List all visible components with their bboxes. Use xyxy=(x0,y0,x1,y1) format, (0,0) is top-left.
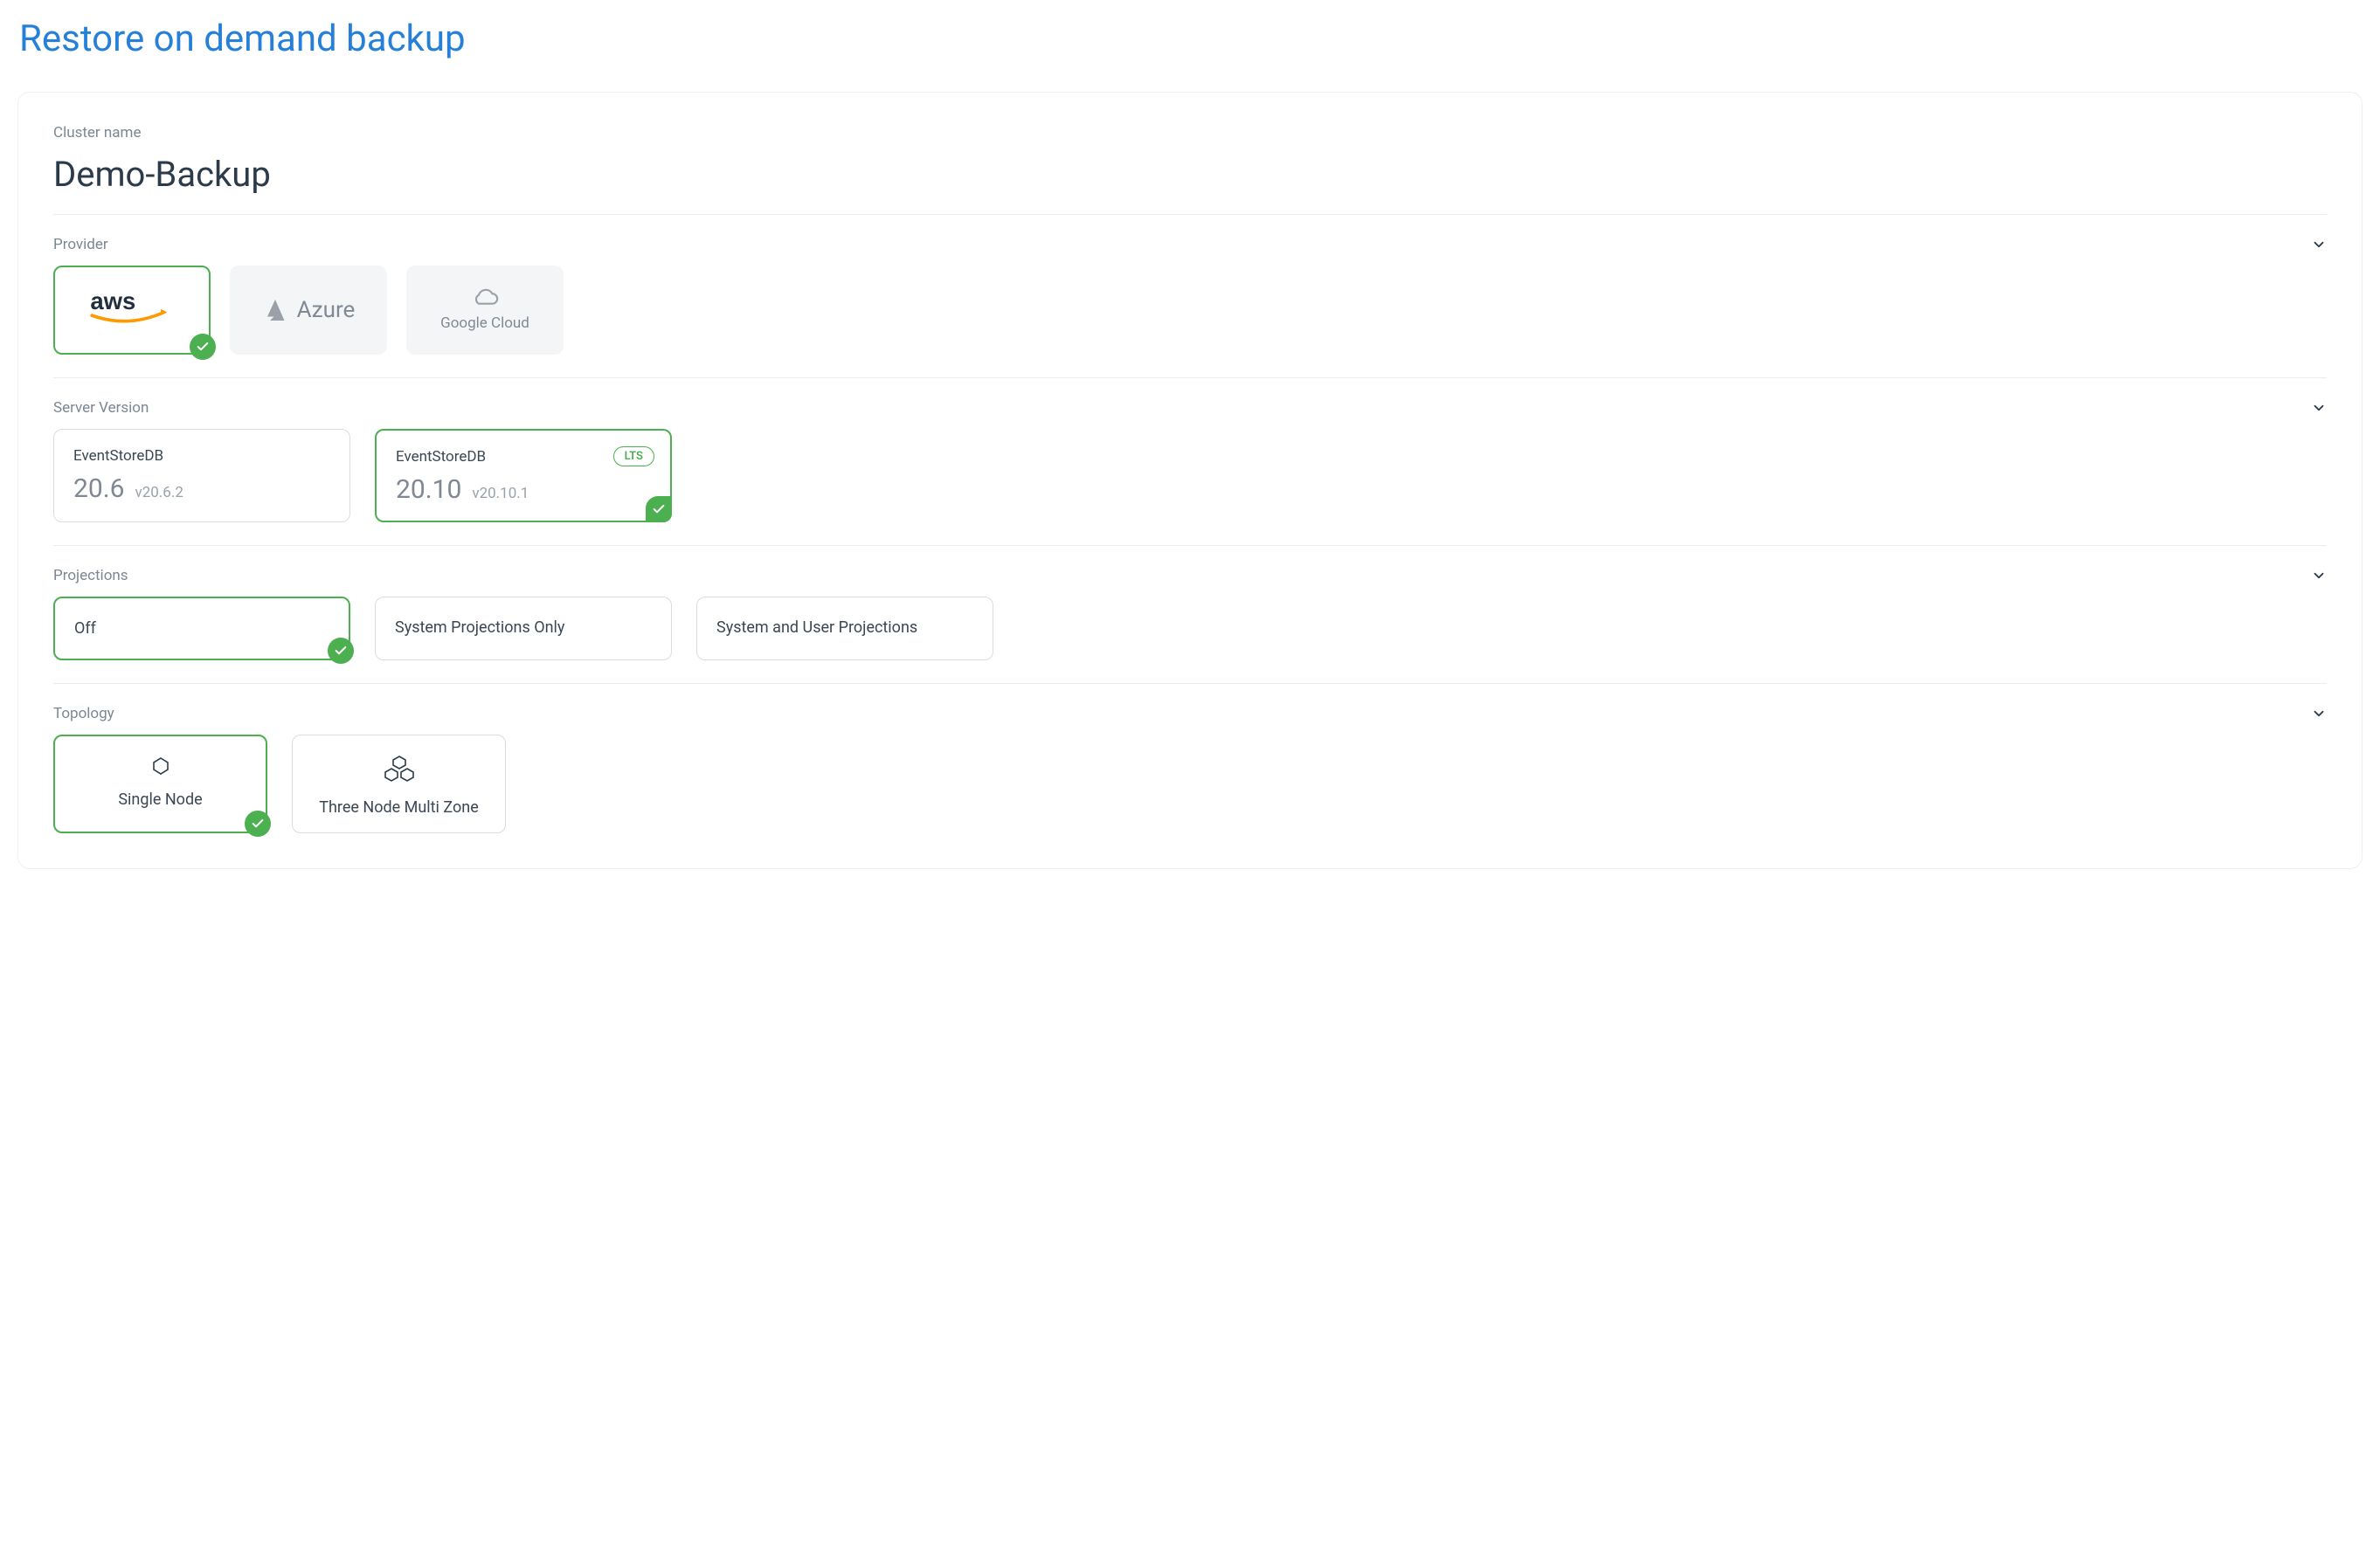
projection-label: System Projections Only xyxy=(395,618,564,637)
lts-badge: LTS xyxy=(613,446,654,466)
check-icon xyxy=(245,811,271,837)
version-number: 20.6 xyxy=(73,473,125,504)
server-version-section-header: Server Version xyxy=(53,399,2327,417)
topology-options: Single Node Three Node Multi Zone xyxy=(53,735,2327,833)
single-node-icon xyxy=(71,756,250,776)
check-icon xyxy=(646,496,672,522)
chevron-down-icon[interactable] xyxy=(2311,400,2327,416)
check-icon xyxy=(190,334,216,360)
topology-card-multi[interactable]: Three Node Multi Zone xyxy=(292,735,506,833)
topology-card-single[interactable]: Single Node xyxy=(53,735,267,833)
svg-text:aws: aws xyxy=(90,288,135,314)
chevron-down-icon[interactable] xyxy=(2311,237,2327,252)
projections-section-header: Projections xyxy=(53,567,2327,584)
azure-label: Azure xyxy=(297,297,356,323)
version-subversion: v20.10.1 xyxy=(472,485,529,502)
projection-label: System and User Projections xyxy=(716,618,917,637)
provider-label: Provider xyxy=(53,236,108,253)
version-card-20-10[interactable]: EventStoreDB 20.10 v20.10.1 LTS xyxy=(375,429,672,522)
divider xyxy=(53,377,2327,378)
topology-label-text: Single Node xyxy=(71,790,250,809)
projections-label: Projections xyxy=(53,567,128,584)
gcloud-logo-icon: Google Cloud xyxy=(440,288,529,332)
check-icon xyxy=(328,638,354,664)
cluster-name-value: Demo-Backup xyxy=(53,154,2327,195)
aws-logo-icon: aws xyxy=(84,288,180,332)
topology-section-header: Topology xyxy=(53,705,2327,722)
provider-card-azure[interactable]: Azure xyxy=(230,266,387,355)
projection-card-system-user[interactable]: System and User Projections xyxy=(696,597,993,660)
azure-logo-icon: Azure xyxy=(262,297,356,323)
provider-card-gcloud[interactable]: Google Cloud xyxy=(406,266,564,355)
provider-section-header: Provider xyxy=(53,236,2327,253)
version-product: EventStoreDB xyxy=(73,447,330,465)
server-version-options: EventStoreDB 20.6 v20.6.2 EventStoreDB 2… xyxy=(53,429,2327,522)
cluster-name-label-text: Cluster name xyxy=(53,124,141,141)
projection-card-system-only[interactable]: System Projections Only xyxy=(375,597,672,660)
projection-card-off[interactable]: Off xyxy=(53,597,350,660)
config-panel: Cluster name Demo-Backup Provider aws xyxy=(17,92,2363,869)
divider xyxy=(53,214,2327,215)
multi-node-icon xyxy=(308,755,489,784)
version-card-20-6[interactable]: EventStoreDB 20.6 v20.6.2 xyxy=(53,429,350,522)
server-version-label: Server Version xyxy=(53,399,149,417)
gcloud-label: Google Cloud xyxy=(440,314,529,332)
chevron-down-icon[interactable] xyxy=(2311,706,2327,721)
topology-label: Topology xyxy=(53,705,114,722)
provider-card-aws[interactable]: aws xyxy=(53,266,211,355)
chevron-down-icon[interactable] xyxy=(2311,568,2327,583)
page-title: Restore on demand backup xyxy=(19,17,2363,60)
divider xyxy=(53,545,2327,546)
topology-label-text: Three Node Multi Zone xyxy=(308,798,489,817)
divider xyxy=(53,683,2327,684)
provider-options: aws Azure Google Cloud xyxy=(53,266,2327,355)
projection-label: Off xyxy=(74,619,96,638)
version-number: 20.10 xyxy=(396,474,461,505)
projections-options: Off System Projections Only System and U… xyxy=(53,597,2327,660)
cluster-name-label: Cluster name xyxy=(53,124,2327,141)
version-subversion: v20.6.2 xyxy=(135,484,183,501)
